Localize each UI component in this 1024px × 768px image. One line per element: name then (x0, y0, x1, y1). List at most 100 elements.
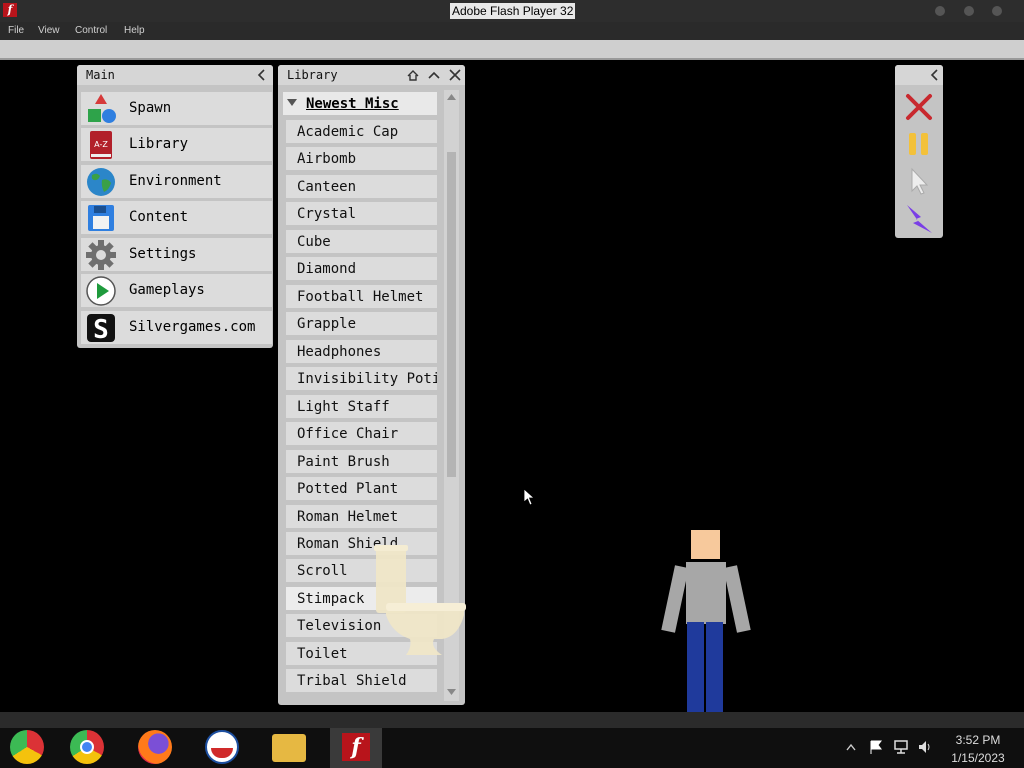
silvergames-logo-icon: S (87, 314, 115, 344)
main-item-label: Environment (129, 173, 222, 189)
menu-file[interactable]: File (8, 25, 24, 36)
volume-icon[interactable] (917, 739, 933, 755)
clock-time[interactable]: 3:52 PM (938, 733, 1018, 747)
clock-date[interactable]: 1/15/2023 (938, 751, 1018, 765)
pause-icon[interactable] (907, 131, 931, 157)
library-category-header[interactable]: Newest Misc (283, 92, 437, 115)
main-item-label: Settings (129, 246, 197, 262)
main-item-library[interactable]: A-Z Library (81, 128, 272, 161)
scroll-up-arrow-icon[interactable] (447, 94, 456, 100)
main-item-silvergames[interactable]: S Silvergames.com (81, 311, 272, 344)
main-item-gameplays[interactable]: Gameplays (81, 274, 272, 307)
ragdoll-human[interactable] (661, 530, 751, 712)
firefox-icon[interactable] (138, 730, 172, 764)
main-item-label: Library (129, 136, 189, 152)
window-titlebar: f Adobe Flash Player 32 (0, 0, 1024, 22)
ragdoll-right-arm (723, 565, 751, 633)
collapse-left-icon[interactable] (255, 68, 269, 82)
library-item-label: Office Chair (297, 426, 399, 442)
library-item[interactable]: Light Staff (286, 395, 437, 418)
mouse-cursor-icon (523, 488, 535, 506)
obama-logo-stripes (211, 748, 233, 758)
scroll-down-arrow-icon[interactable] (447, 689, 456, 695)
library-item[interactable]: Headphones (286, 340, 437, 363)
menu-help[interactable]: Help (124, 25, 145, 36)
library-item[interactable]: Tribal Shield (286, 669, 437, 692)
cursor-icon[interactable] (909, 167, 931, 195)
maximize-button[interactable] (964, 6, 974, 16)
library-item-label: Potted Plant (297, 481, 399, 497)
library-item-label: Light Staff (297, 399, 390, 415)
library-item[interactable]: Canteen (286, 175, 437, 198)
library-item-label: Cube (297, 234, 331, 250)
library-item[interactable]: Grapple (286, 312, 437, 335)
chrome-old-icon[interactable] (10, 730, 44, 764)
main-panel-header: Main (77, 65, 273, 85)
scrollbar-thumb[interactable] (447, 152, 456, 477)
ragdoll-left-arm (661, 565, 689, 633)
library-item[interactable]: Airbomb (286, 147, 437, 170)
tray-chevron-up-icon[interactable] (846, 743, 856, 751)
floppy-disk-icon (88, 205, 114, 231)
library-panel-title: Library (287, 68, 338, 82)
library-item[interactable]: Roman Helmet (286, 505, 437, 528)
globe-icon (87, 168, 115, 196)
library-item-label: Stimpack (297, 591, 365, 607)
tools-panel (895, 65, 943, 238)
chevron-up-icon[interactable] (427, 68, 441, 82)
main-item-spawn[interactable]: Spawn (81, 92, 272, 125)
close-window-button[interactable] (992, 6, 1002, 16)
dragged-toilet-object[interactable] (372, 543, 468, 659)
collapse-left-icon[interactable] (928, 68, 942, 82)
library-item[interactable]: Potted Plant (286, 477, 437, 500)
tools-panel-header (895, 65, 943, 85)
lightning-icon[interactable] (904, 203, 934, 235)
library-item-label: Canteen (297, 179, 357, 195)
library-item-label: Academic Cap (297, 124, 399, 140)
close-icon[interactable] (448, 68, 462, 82)
chrome-icon[interactable] (70, 730, 104, 764)
library-item[interactable]: Academic Cap (286, 120, 437, 143)
library-item-label: Airbomb (297, 151, 357, 167)
menu-control[interactable]: Control (75, 25, 107, 36)
library-item[interactable]: Diamond (286, 257, 437, 280)
main-item-label: Silvergames.com (129, 319, 256, 335)
file-explorer-icon[interactable] (272, 734, 306, 762)
triangle-down-icon (287, 99, 297, 106)
library-item[interactable]: Crystal (286, 202, 437, 225)
library-item-label: Diamond (297, 261, 357, 277)
flag-icon[interactable] (868, 739, 884, 755)
ragdoll-left-leg (687, 622, 704, 712)
taskbar-active-app[interactable]: f (330, 728, 382, 768)
library-item-label: Television (297, 618, 382, 634)
main-item-content[interactable]: Content (81, 201, 272, 234)
spawn-icon (88, 94, 116, 123)
window-title: Adobe Flash Player 32 (450, 3, 576, 19)
library-item[interactable]: Cube (286, 230, 437, 253)
library-item[interactable]: Paint Brush (286, 450, 437, 473)
library-item[interactable]: Invisibility Potion (286, 367, 437, 390)
library-item[interactable]: Office Chair (286, 422, 437, 445)
main-item-environment[interactable]: Environment (81, 165, 272, 198)
close-x-icon[interactable] (905, 93, 933, 121)
gear-icon (86, 240, 116, 270)
main-item-label: Gameplays (129, 282, 205, 298)
minimize-button[interactable] (935, 6, 945, 16)
network-icon[interactable] (893, 739, 909, 755)
ragdoll-head (691, 530, 720, 559)
library-item-label: Scroll (297, 563, 348, 579)
obama-logo-icon[interactable] (205, 730, 239, 764)
library-category-label: Newest Misc (306, 96, 399, 112)
main-item-label: Content (129, 209, 189, 225)
library-item-label: Roman Helmet (297, 509, 399, 525)
library-item-label: Tribal Shield (297, 673, 407, 689)
main-item-settings[interactable]: Settings (81, 238, 272, 271)
library-book-icon: A-Z (90, 131, 112, 159)
library-item-label: Crystal (297, 206, 357, 222)
library-item[interactable]: Football Helmet (286, 285, 437, 308)
menu-view[interactable]: View (38, 25, 60, 36)
home-icon[interactable] (406, 68, 420, 82)
library-item-label: Paint Brush (297, 454, 390, 470)
library-book-text: A-Z (94, 140, 108, 149)
menubar: File View Control Help (0, 22, 1024, 40)
